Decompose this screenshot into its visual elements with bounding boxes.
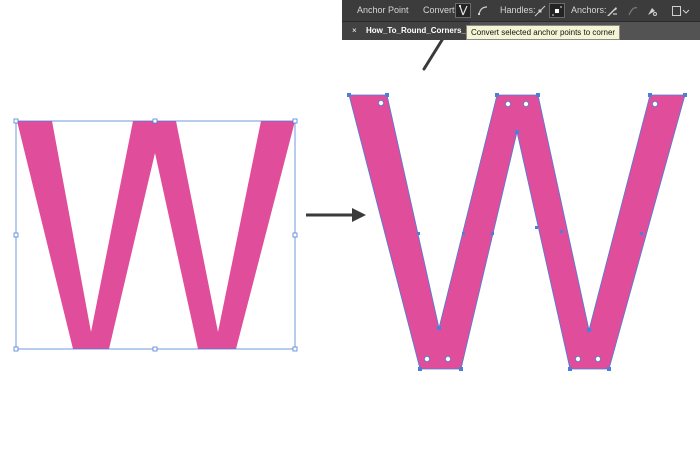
hide-handles-icon[interactable] [549,3,565,18]
convert-label: Convert: [423,5,458,15]
anchors-label: Anchors: [571,5,607,15]
document-tab[interactable]: × How_To_Round_Corners_Illus [342,22,470,40]
connect-path-icon[interactable] [625,3,641,18]
letter-w-rounded[interactable] [349,95,685,369]
transform-arrow [306,208,366,222]
anchor-point-label: Anchor Point [357,5,409,15]
tooltip: Convert selected anchor points to corner [466,25,621,40]
show-handles-icon[interactable] [532,3,548,18]
artboard[interactable] [0,0,700,461]
handles-label: Handles: [500,5,536,15]
convert-to-smooth-icon[interactable] [474,3,490,18]
remove-anchor-icon[interactable] [604,3,620,18]
transform-icon[interactable] [670,3,692,18]
document-tab-name[interactable]: How_To_Round_Corners_Illus [366,26,470,35]
close-tab-icon[interactable]: × [352,26,357,35]
convert-to-corner-icon[interactable] [455,3,471,18]
letter-w-original[interactable] [17,121,295,349]
control-bar: Anchor Point Convert: Handles: Anchors: [342,0,700,22]
cut-path-icon[interactable] [644,3,660,18]
